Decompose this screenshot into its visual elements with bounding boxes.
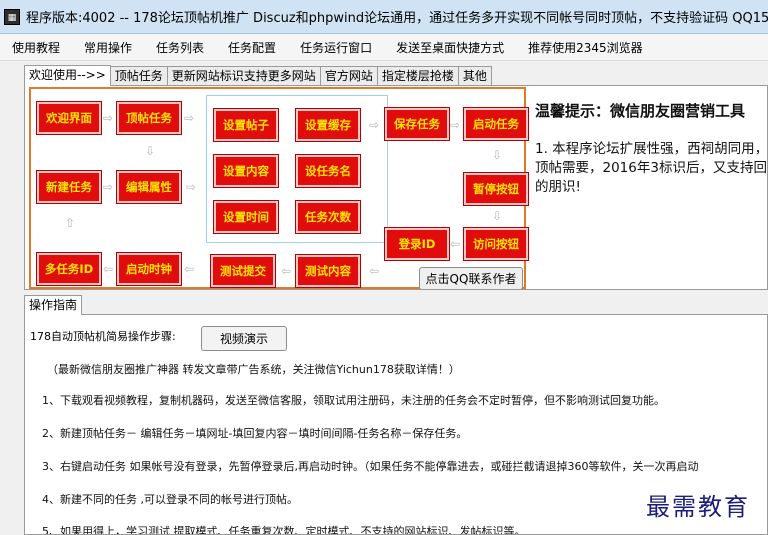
- video-demo-button[interactable]: 视频演示: [201, 326, 287, 351]
- guide-line-2: 2、新建顶帖任务－ 编辑任务－填网址-填回复内容－填时间间隔-任务名称－保存任务…: [42, 427, 468, 440]
- flow-edit-attr-button[interactable]: 编辑属性: [116, 170, 182, 204]
- flow-top-task-button[interactable]: 顶帖任务: [116, 101, 182, 135]
- flow-multi-id-button[interactable]: 多任务ID: [36, 252, 102, 286]
- flow-start-task-button[interactable]: 启动任务: [463, 107, 529, 141]
- flow-start-clock-button[interactable]: 启动时钟: [116, 252, 182, 286]
- welcome-panel: 欢迎界面 顶帖任务 新建任务 编辑属性 多任务ID 启动时钟 设置帖子 设置缓存…: [24, 85, 768, 290]
- flow-pause-button[interactable]: 暂停按钮: [463, 172, 529, 206]
- guide-line-4: 4、新建不同的任务 ,可以登录不同的帐号进行顶帖。: [42, 493, 298, 506]
- tab-operation-guide[interactable]: 操作指南: [24, 295, 83, 315]
- arrow-right-icon: ⇨: [103, 111, 114, 125]
- main-tabs: 欢迎使用-->> 顶帖任务 更新网站标识支持更多网站 官方网站 指定楼层抢楼 其…: [24, 65, 492, 86]
- menu-desktop-shortcut[interactable]: 发送至桌面快捷方式: [394, 37, 506, 58]
- guide-line-promo: （最新微信朋友圈推广神器 转发文章带广告系统，关注微信Yichun178获取详情…: [47, 363, 460, 376]
- flow-set-content-button[interactable]: 设置内容: [213, 154, 279, 188]
- arrow-right-icon: ⇨: [186, 180, 197, 194]
- flow-save-task-button[interactable]: 保存任务: [384, 107, 450, 141]
- flow-login-id-button[interactable]: 登录ID: [384, 227, 450, 261]
- flow-set-time-button[interactable]: 设置时间: [213, 200, 279, 234]
- arrow-down-icon: ⇩: [492, 148, 503, 162]
- arrow-right-icon: ⇨: [369, 118, 380, 132]
- flow-test-submit-button[interactable]: 测试提交: [210, 254, 276, 288]
- guide-line-3: 3、右键启动任务 如果帐号没有登录，先暂停登录后,再启动时钟。（如果任务不能停靠…: [42, 460, 699, 473]
- arrow-left-icon: ⇦: [450, 237, 461, 251]
- tab-top-task[interactable]: 顶帖任务: [109, 66, 168, 85]
- flow-task-count-button[interactable]: 任务次数: [295, 200, 361, 234]
- arrow-right-icon: ⇨: [103, 180, 114, 194]
- guide-line-1: 1、下载观看视频教程，复制机器码，发送至微信客服，领取试用注册码，未注册的任务会…: [42, 394, 665, 407]
- tab-update-site-id[interactable]: 更新网站标识支持更多网站: [166, 66, 321, 85]
- menu-browser-recommend[interactable]: 推荐使用2345浏览器: [526, 37, 645, 58]
- arrow-left-icon: ⇦: [103, 262, 114, 276]
- flow-welcome-button[interactable]: 欢迎界面: [36, 101, 102, 135]
- arrow-right-icon: ⇨: [450, 118, 461, 132]
- flow-new-task-button[interactable]: 新建任务: [36, 170, 102, 204]
- tip-area: 温馨提示：微信朋友圈营销工具 1. 本程序论坛扩展性强，西祠胡同用，根据网友顶帖…: [530, 86, 768, 289]
- window-title: 程序版本:4002 -- 178论坛顶帖机推广 Discuz和phpwind论坛…: [26, 11, 768, 26]
- tab-official-site[interactable]: 官方网站: [319, 66, 378, 85]
- arrow-left-icon: ⇦: [369, 264, 380, 278]
- tab-welcome[interactable]: 欢迎使用-->>: [24, 65, 111, 86]
- tab-other[interactable]: 其他: [457, 66, 492, 85]
- flow-set-task-name-button[interactable]: 设任务名: [295, 154, 361, 188]
- workflow-diagram: 欢迎界面 顶帖任务 新建任务 编辑属性 多任务ID 启动时钟 设置帖子 设置缓存…: [29, 87, 529, 289]
- tab-grab-floor[interactable]: 指定楼层抢楼: [376, 66, 459, 85]
- menu-tutorial[interactable]: 使用教程: [10, 37, 62, 58]
- menu-bar: 使用教程 常用操作 任务列表 任务配置 任务运行窗口 发送至桌面快捷方式 推荐使…: [0, 34, 768, 61]
- menu-common-ops[interactable]: 常用操作: [82, 37, 134, 58]
- flow-set-post-button[interactable]: 设置帖子: [213, 108, 279, 142]
- flow-access-button[interactable]: 访问按钮: [463, 227, 529, 261]
- flow-set-cache-button[interactable]: 设置缓存: [295, 108, 361, 142]
- flow-test-content-button[interactable]: 测试内容: [295, 254, 361, 288]
- arrow-down-icon: ⇩: [145, 144, 156, 158]
- arrow-down-icon: ⇩: [492, 209, 503, 223]
- arrow-right-icon: ⇨: [184, 111, 195, 125]
- app-icon: ▦: [4, 8, 20, 25]
- steps-title: 178自动顶帖机简易操作步骤:: [30, 330, 176, 343]
- menu-task-config[interactable]: 任务配置: [226, 37, 278, 58]
- watermark-text: 最需教育: [646, 493, 750, 521]
- menu-task-run-window[interactable]: 任务运行窗口: [298, 37, 374, 58]
- tip-title: 温馨提示：微信朋友圈营销工具: [535, 102, 746, 120]
- title-bar: ▦ 程序版本:4002 -- 178论坛顶帖机推广 Discuz和phpwind…: [0, 0, 768, 34]
- arrow-left-icon: ⇦: [281, 264, 292, 278]
- guide-line-5: 5、如果用得上，学习测试 提取模式、任务重复次数、定时模式、不支持的网站标识、发…: [42, 525, 526, 535]
- menu-task-list[interactable]: 任务列表: [154, 37, 206, 58]
- qq-contact-button[interactable]: 点击QQ联系作者: [419, 267, 523, 289]
- arrow-left-icon: ⇦: [184, 262, 195, 276]
- arrow-up-icon: ⇧: [65, 216, 76, 230]
- tip-body: 1. 本程序论坛扩展性强，西祠胡同用，根据网友顶帖需要，2016年3标识后，又支…: [535, 141, 768, 195]
